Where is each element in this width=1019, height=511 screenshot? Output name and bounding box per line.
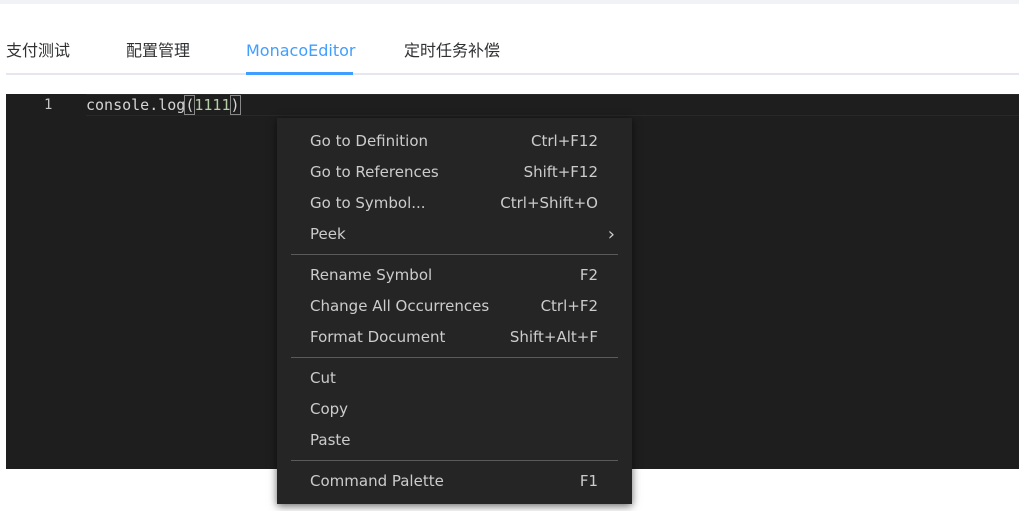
tabs-divider [6,73,1019,75]
menu-item-change-all-occurrences[interactable]: Change All Occurrences Ctrl+F2 [277,291,632,322]
menu-separator [291,357,618,358]
menu-item-label: Copy [310,400,349,418]
code-close-paren: ) [229,95,241,115]
menu-item-label: Change All Occurrences [310,297,490,315]
menu-item-shortcut: Ctrl+F12 [531,132,598,150]
tab-payment-test[interactable]: 支付测试 [6,40,70,62]
code-line[interactable]: console.log(1111) [86,95,241,115]
line-number: 1 [44,97,53,113]
menu-item-shortcut: F1 [579,472,598,490]
menu-item-go-to-symbol[interactable]: Go to Symbol... Ctrl+Shift+O [277,188,632,219]
menu-item-label: Go to Definition [310,132,429,150]
code-identifier: console.log [86,96,186,114]
menu-separator [291,254,618,255]
menu-item-go-to-definition[interactable]: Go to Definition Ctrl+F12 [277,126,632,157]
menu-item-label: Go to Symbol... [310,194,426,212]
menu-item-paste[interactable]: Paste [277,425,632,456]
menu-item-label: Go to References [310,163,439,181]
menu-separator [291,460,618,461]
menu-item-label: Paste [310,431,351,449]
code-number-literal: 1111 [194,96,231,114]
context-menu: Go to Definition Ctrl+F12 Go to Referenc… [277,118,632,504]
tab-monaco-editor[interactable]: MonacoEditor [246,40,355,62]
menu-item-label: Peek [310,225,346,243]
menu-item-copy[interactable]: Copy [277,394,632,425]
menu-item-command-palette[interactable]: Command Palette F1 [277,466,632,497]
menu-item-shortcut: Ctrl+Shift+O [500,194,598,212]
menu-item-label: Format Document [310,328,446,346]
menu-item-label: Cut [310,369,336,387]
menu-item-go-to-references[interactable]: Go to References Shift+F12 [277,157,632,188]
active-tab-indicator [246,72,353,75]
menu-item-format-document[interactable]: Format Document Shift+Alt+F [277,322,632,353]
tab-config-management[interactable]: 配置管理 [126,40,190,62]
menu-item-shortcut: Shift+Alt+F [509,328,598,346]
menu-item-shortcut: Ctrl+F2 [540,297,598,315]
menu-item-shortcut: Shift+F12 [523,163,598,181]
menu-item-cut[interactable]: Cut [277,363,632,394]
menu-item-label: Rename Symbol [310,266,433,284]
tab-scheduled-task-compensation[interactable]: 定时任务补偿 [404,40,500,62]
menu-item-label: Command Palette [310,472,444,490]
tab-bar: 支付测试 配置管理 MonacoEditor 定时任务补偿 [0,4,1019,78]
chevron-right-icon: › [607,224,615,245]
menu-item-rename-symbol[interactable]: Rename Symbol F2 [277,260,632,291]
menu-item-shortcut: F2 [579,266,598,284]
menu-item-peek[interactable]: Peek › [277,219,632,250]
